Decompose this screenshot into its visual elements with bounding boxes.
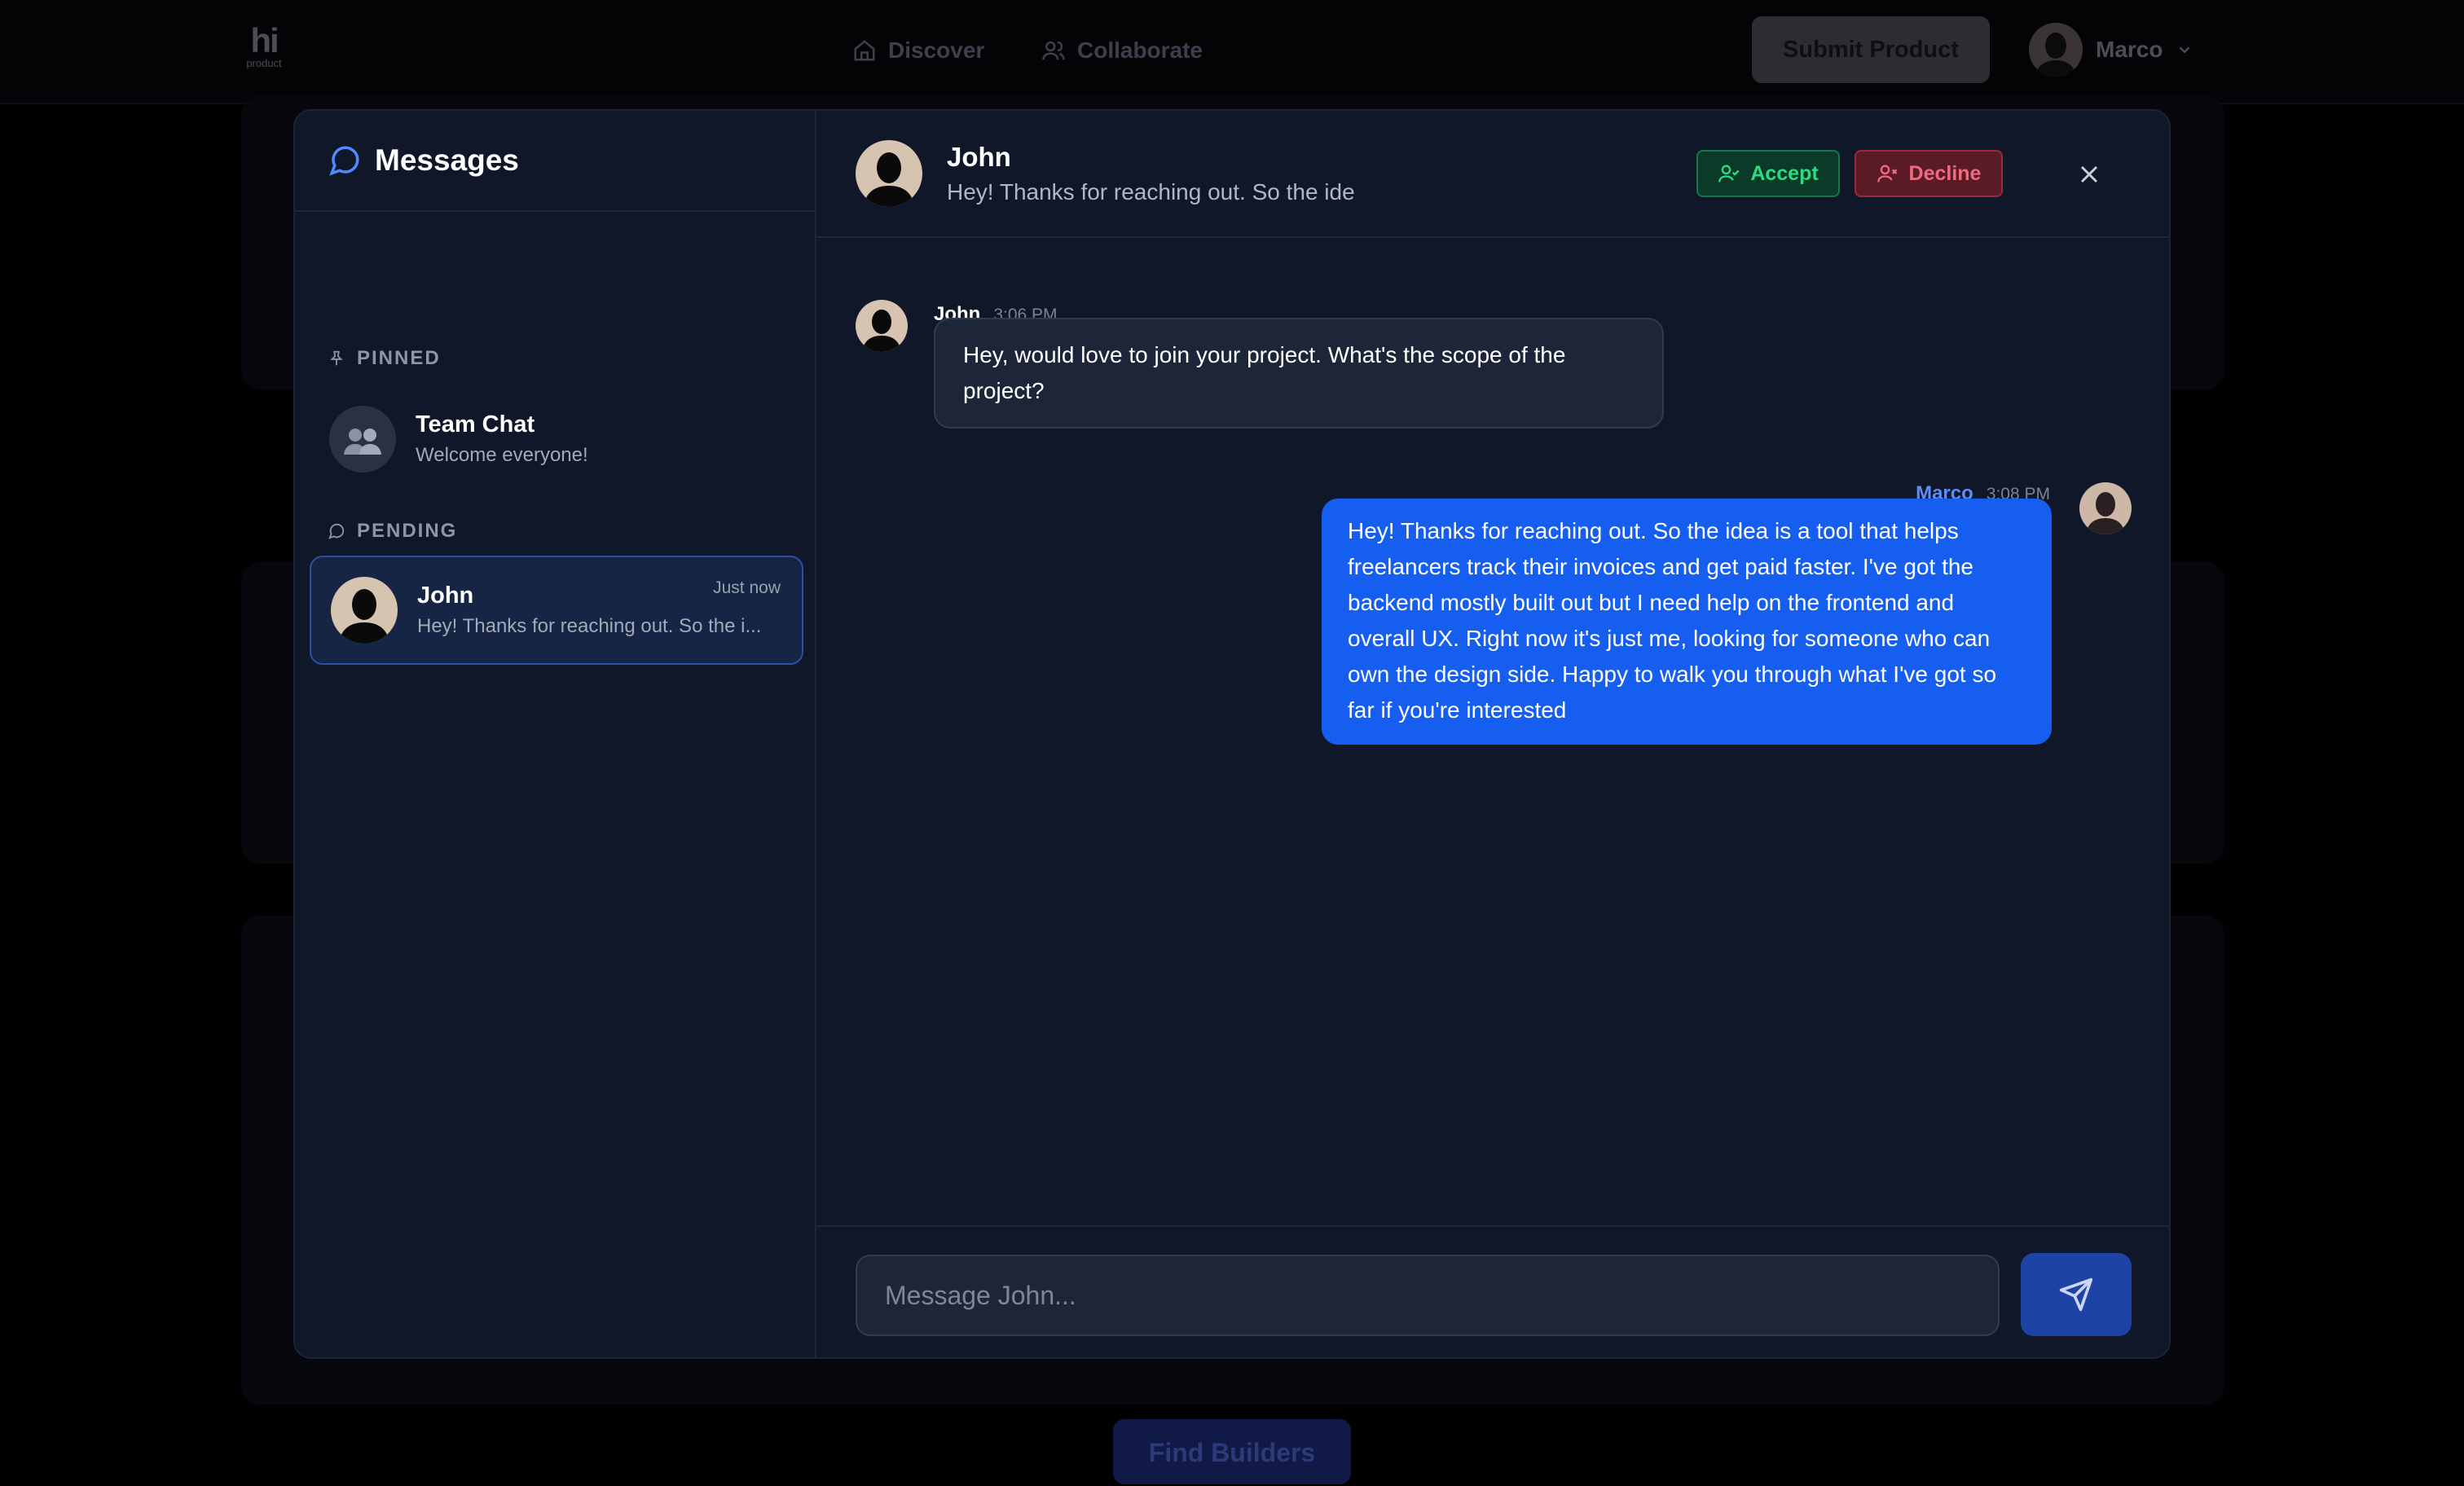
chat-pane: John Hey! Thanks for reaching out. So th… — [816, 111, 2169, 1357]
logo-text: hi — [250, 21, 279, 59]
nav-collaborate-label: Collaborate — [1077, 37, 1203, 63]
message-avatar-marco — [2079, 482, 2132, 534]
user-check-icon — [1718, 165, 1740, 182]
nav-discover[interactable]: Discover — [852, 33, 984, 68]
conversation-preview: Welcome everyone! — [416, 444, 588, 466]
user-x-icon — [1877, 165, 1897, 182]
pinned-section-label: PINNED — [328, 347, 441, 370]
john-avatar — [331, 577, 398, 644]
user-menu[interactable]: Marco — [2029, 21, 2193, 78]
logo-subtext: product — [246, 57, 282, 69]
contact-last-message: Hey! Thanks for reaching out. So the ide — [947, 179, 1355, 204]
close-icon — [2080, 165, 2098, 183]
pending-section-label: PENDING — [328, 520, 457, 543]
conversation-item-team-chat[interactable]: Team Chat Welcome everyone! — [310, 385, 803, 494]
find-builders-button[interactable]: Find Builders — [1113, 1419, 1351, 1484]
close-button[interactable] — [2071, 156, 2107, 192]
messages-title: Messages — [375, 143, 519, 177]
chat-header: John Hey! Thanks for reaching out. So th… — [816, 111, 2169, 238]
conversation-item-john[interactable]: John Hey! Thanks for reaching out. So th… — [310, 556, 803, 665]
contact-name: John — [947, 142, 1011, 172]
user-name: Marco — [2096, 37, 2163, 62]
app-logo[interactable]: hi product — [238, 24, 290, 73]
send-icon — [2059, 1277, 2093, 1312]
sidebar-header: Messages — [295, 111, 815, 212]
submit-product-button[interactable]: Submit Product — [1752, 16, 1990, 83]
message-circle-icon — [329, 146, 359, 176]
team-chat-avatar — [329, 406, 396, 473]
message-circle-icon — [328, 523, 345, 539]
accept-label: Accept — [1750, 161, 1819, 185]
send-button[interactable] — [2021, 1253, 2132, 1336]
decline-label: Decline — [1908, 161, 1982, 185]
message-bubble-outgoing: Hey! Thanks for reaching out. So the ide… — [1322, 499, 2052, 745]
conversation-timestamp: Just now — [713, 578, 781, 597]
message-composer — [816, 1225, 2169, 1357]
pin-icon — [330, 350, 343, 366]
message-input[interactable] — [856, 1255, 2000, 1336]
user-avatar — [2029, 23, 2083, 77]
conversation-sidebar: Messages PINNED Team Chat Welcome everyo… — [295, 111, 816, 1357]
conversation-preview: Hey! Thanks for reaching out. So the i..… — [417, 615, 762, 637]
contact-avatar — [856, 140, 922, 207]
chevron-down-icon — [2180, 46, 2190, 54]
home-icon — [854, 40, 875, 61]
nav-collaborate[interactable]: Collaborate — [1041, 33, 1203, 68]
decline-button[interactable]: Decline — [1855, 150, 2003, 197]
pending-label-text: PENDING — [357, 520, 458, 542]
message-bubble-incoming: Hey, would love to join your project. Wh… — [934, 318, 1664, 429]
nav-discover-label: Discover — [888, 37, 985, 63]
top-navigation-bar: hi product Discover Collaborate Submit P… — [0, 0, 2464, 104]
messages-modal: Messages PINNED Team Chat Welcome everyo… — [293, 109, 2171, 1359]
pinned-label-text: PINNED — [357, 347, 441, 369]
users-icon — [1042, 41, 1065, 60]
message-avatar-john — [856, 300, 908, 352]
accept-button[interactable]: Accept — [1696, 150, 1840, 197]
conversation-name: Team Chat — [416, 411, 535, 437]
